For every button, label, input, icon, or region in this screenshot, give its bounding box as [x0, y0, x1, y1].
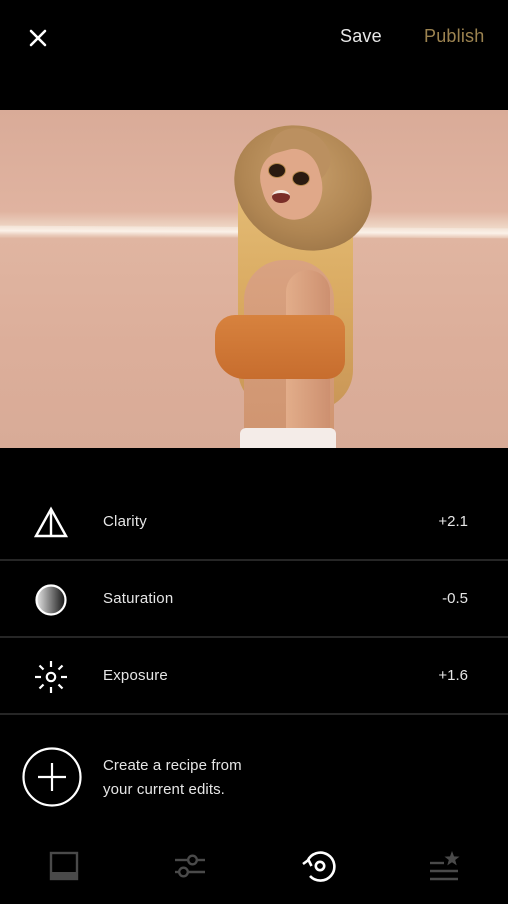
close-button[interactable]	[26, 26, 50, 50]
save-button[interactable]: Save	[340, 26, 382, 47]
adjustment-label: Clarity	[103, 513, 147, 530]
adjustments-list: Clarity +2.1 Saturation -0.5 Exposure +1…	[0, 484, 508, 715]
tab-presets[interactable]	[44, 846, 84, 886]
create-recipe-line2: your current edits.	[103, 781, 225, 798]
adjustment-value: +2.1	[438, 513, 468, 530]
clarity-triangle-icon	[34, 506, 68, 538]
bottom-tab-bar	[0, 836, 508, 896]
tab-recipes[interactable]	[424, 846, 464, 886]
adjustment-label: Exposure	[103, 667, 168, 684]
photo-orange-top	[215, 315, 345, 379]
close-icon	[29, 29, 47, 47]
tab-tools[interactable]	[170, 846, 210, 886]
adjustment-row-exposure[interactable]: Exposure +1.6	[0, 638, 508, 715]
adjustment-row-clarity[interactable]: Clarity +2.1	[0, 484, 508, 561]
publish-button[interactable]: Publish	[424, 26, 484, 47]
sliders-icon	[175, 854, 205, 878]
plus-circle-icon	[22, 747, 82, 807]
recipes-list-star-icon	[430, 851, 460, 881]
tab-history[interactable]	[298, 846, 338, 886]
adjustment-row-saturation[interactable]: Saturation -0.5	[0, 561, 508, 638]
photo-preview[interactable]	[0, 110, 508, 448]
history-icon	[302, 851, 336, 882]
saturation-gradient-circle-icon	[35, 584, 67, 616]
create-recipe-text: Create a recipe from your current edits.	[103, 754, 242, 802]
adjustment-value: -0.5	[442, 590, 468, 607]
photo-sunglasses-left	[268, 163, 286, 178]
create-recipe-line1: Create a recipe from	[103, 757, 242, 774]
photo-smile	[272, 190, 290, 203]
presets-square-icon	[49, 851, 79, 881]
create-recipe-button[interactable]: Create a recipe from your current edits.	[0, 740, 508, 820]
adjustment-label: Saturation	[103, 590, 174, 607]
photo-sunglasses-right	[292, 171, 310, 186]
adjustment-value: +1.6	[438, 667, 468, 684]
exposure-sun-icon	[35, 661, 67, 693]
top-bar: Save Publish	[0, 0, 508, 110]
photo-white-shorts	[240, 428, 336, 448]
